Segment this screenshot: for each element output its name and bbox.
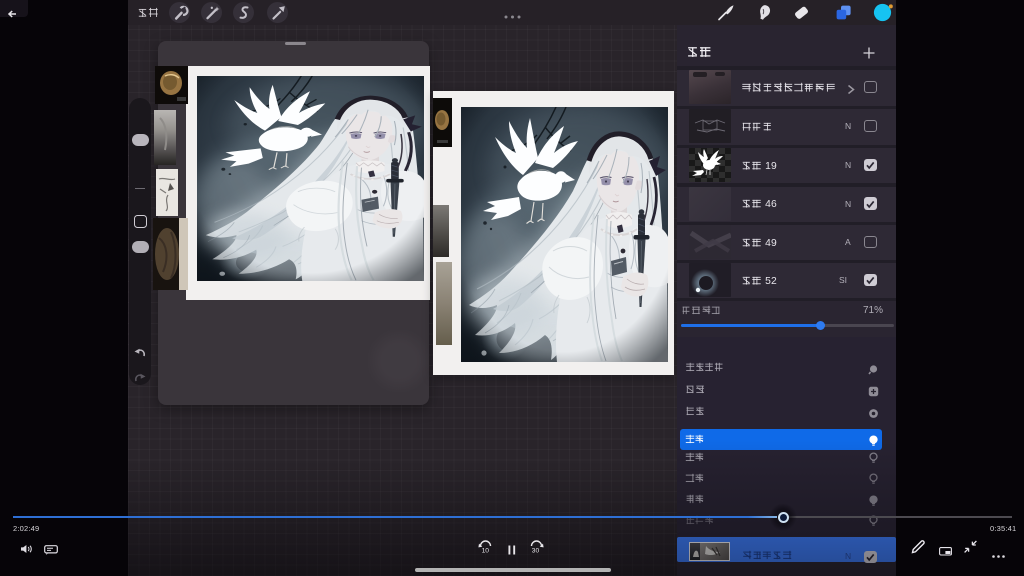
svg-text:9: 9 xyxy=(771,237,777,247)
svg-text:10: 10 xyxy=(482,547,490,553)
svg-text:6: 6 xyxy=(771,199,777,209)
svg-text:9: 9 xyxy=(771,160,777,170)
svg-text:2: 2 xyxy=(771,275,777,285)
svg-text:30: 30 xyxy=(532,547,540,553)
